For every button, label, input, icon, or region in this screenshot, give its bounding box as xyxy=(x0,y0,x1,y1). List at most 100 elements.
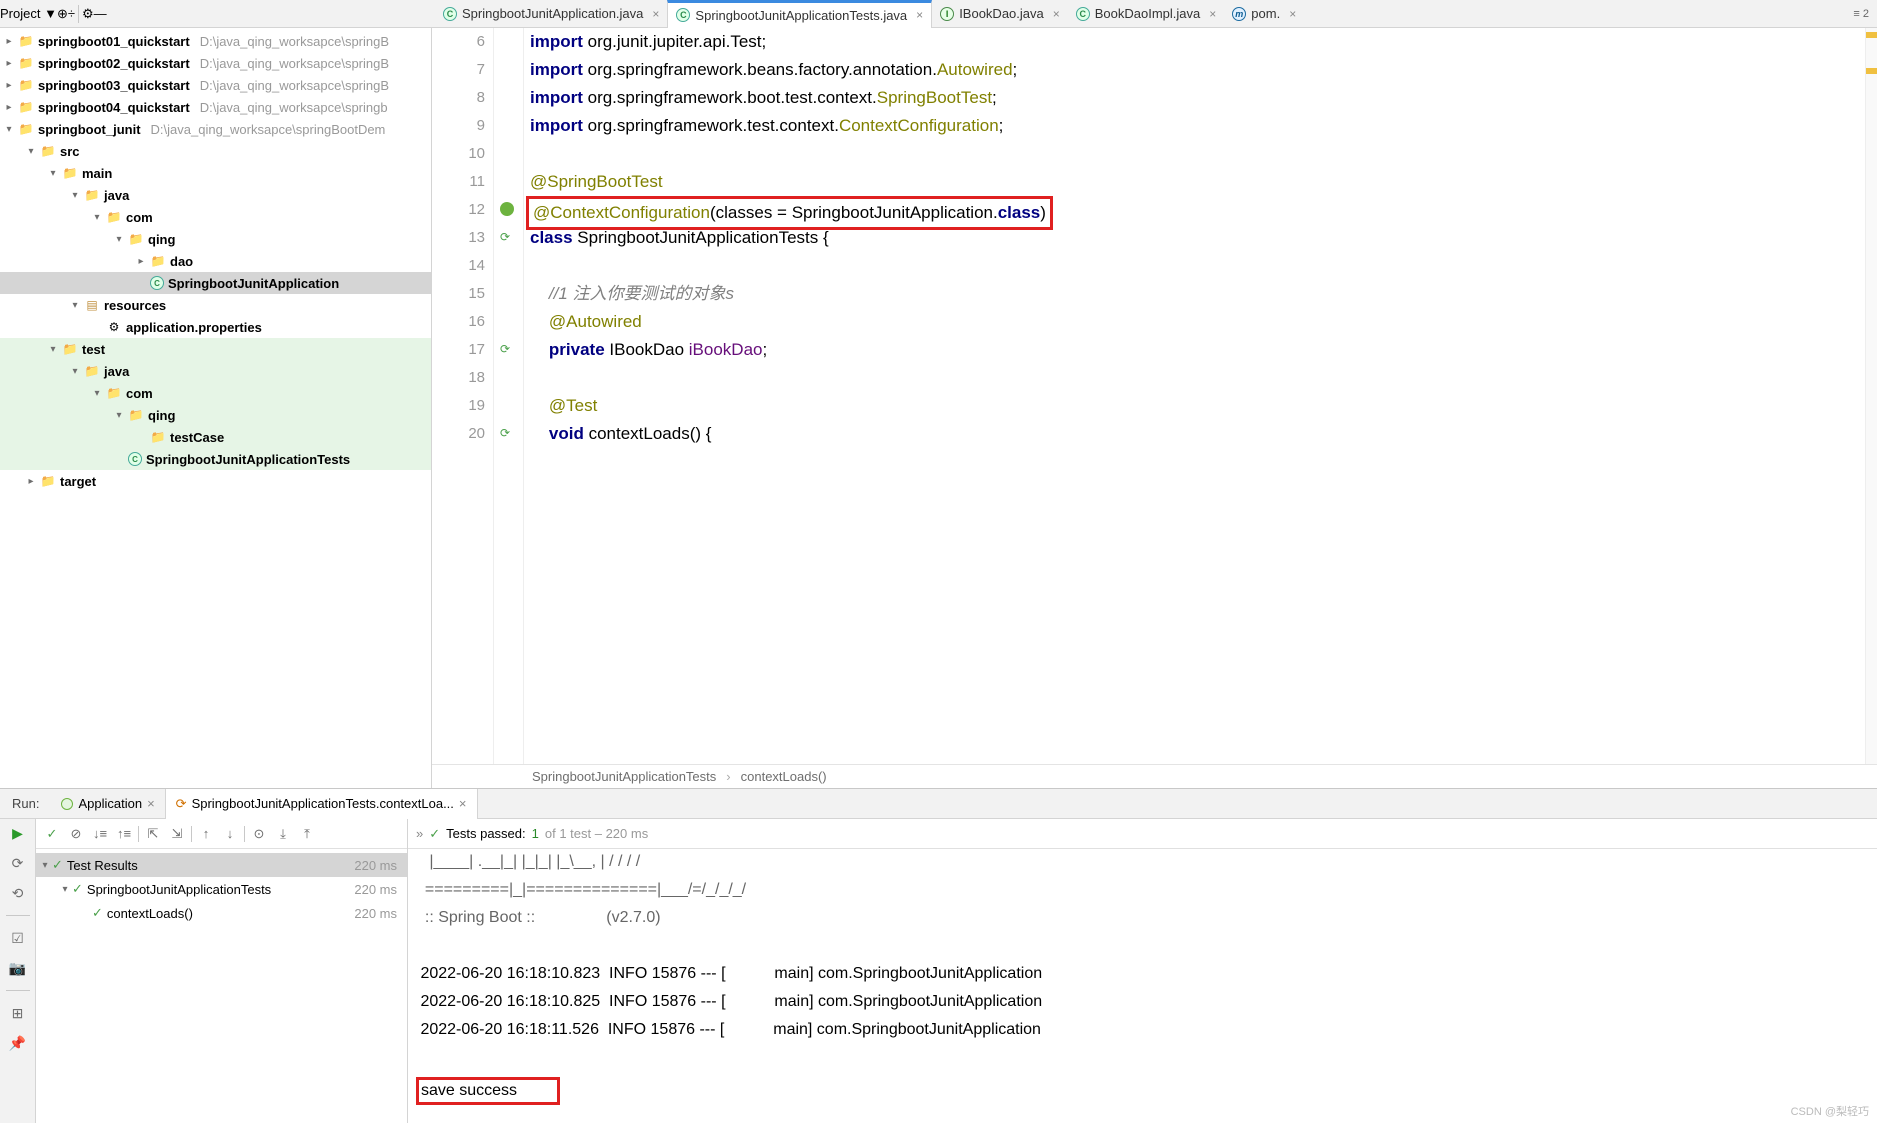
tree-item-label[interactable]: springboot02_quickstart xyxy=(38,56,190,71)
tree-item-label[interactable]: java xyxy=(104,188,129,203)
chevron-icon[interactable]: ▸ xyxy=(26,476,36,487)
tree-item-label[interactable]: springboot_junit xyxy=(38,122,141,137)
tree-item-path: D:\java_qing_worksapce\springBootDem xyxy=(151,122,386,137)
chevron-icon[interactable]: ▾ xyxy=(48,344,58,355)
rerun-icon[interactable]: ▶ xyxy=(10,825,26,841)
tab-overflow-icon[interactable]: ≡ 2 xyxy=(1845,8,1877,20)
down-icon[interactable]: ↓ xyxy=(220,824,240,844)
expand-icon[interactable]: ⇱ xyxy=(143,824,163,844)
tree-item-label[interactable]: dao xyxy=(170,254,193,269)
breadcrumb[interactable]: SpringbootJunitApplicationTests › contex… xyxy=(432,764,1877,788)
folder-icon: 📁 xyxy=(62,342,78,356)
fail-filter-icon[interactable]: ⊘ xyxy=(66,824,86,844)
tab-ibookdao[interactable]: I IBookDao.java × xyxy=(932,0,1068,28)
test-node[interactable]: Test Results xyxy=(67,858,138,873)
tree-item-label[interactable]: SpringbootJunitApplication xyxy=(168,276,339,291)
tab-pom[interactable]: m pom. × xyxy=(1224,0,1304,28)
up-icon[interactable]: ↑ xyxy=(196,824,216,844)
tree-item-label[interactable]: application.properties xyxy=(126,320,262,335)
camera-icon[interactable]: 📷 xyxy=(10,960,26,976)
close-icon[interactable]: × xyxy=(459,796,467,811)
tree-item-label[interactable]: SpringbootJunitApplicationTests xyxy=(146,452,350,467)
chart-icon[interactable]: ☑ xyxy=(10,930,26,946)
tab-bookdaoimpl[interactable]: C BookDaoImpl.java × xyxy=(1068,0,1225,28)
sort-time-icon[interactable]: ↑≡ xyxy=(114,824,134,844)
tree-item-label[interactable]: test xyxy=(82,342,105,357)
tree-item-label[interactable]: qing xyxy=(148,232,175,247)
more-icon[interactable]: » xyxy=(416,826,423,841)
import-icon[interactable]: ⤓ xyxy=(273,824,293,844)
tree-item-label[interactable]: java xyxy=(104,364,129,379)
chevron-icon[interactable]: ▸ xyxy=(4,80,14,91)
tree-item-label[interactable]: main xyxy=(82,166,112,181)
close-icon[interactable]: × xyxy=(147,796,155,811)
tree-item-label[interactable]: springboot03_quickstart xyxy=(38,78,190,93)
error-stripe[interactable] xyxy=(1865,28,1877,764)
chevron-down-icon[interactable]: ▾ xyxy=(58,884,72,895)
run-tab-application[interactable]: Application × xyxy=(51,789,164,819)
expand-icon[interactable]: ÷ xyxy=(68,6,75,21)
history-icon[interactable]: ⊙ xyxy=(249,824,269,844)
chevron-icon[interactable]: ▾ xyxy=(48,168,58,179)
refresh-icon[interactable]: ⟳ xyxy=(10,855,26,871)
chevron-icon[interactable]: ▸ xyxy=(136,256,146,267)
tab-application-tests[interactable]: C SpringbootJunitApplicationTests.java × xyxy=(667,0,932,28)
sort-icon[interactable]: ↓≡ xyxy=(90,824,110,844)
run-side-toolbar: ▶ ⟳ ⟲ ☑ 📷 ⊞ 📌 xyxy=(0,819,36,1123)
close-icon[interactable]: × xyxy=(652,7,659,21)
project-label[interactable]: Project ▼ xyxy=(0,6,57,21)
chevron-icon[interactable]: ▸ xyxy=(4,102,14,113)
locate-icon[interactable]: ⊕ xyxy=(57,6,68,22)
chevron-icon[interactable]: ▾ xyxy=(92,388,102,399)
tree-item-label[interactable]: com xyxy=(126,386,153,401)
test-node[interactable]: SpringbootJunitApplicationTests xyxy=(87,882,271,897)
chevron-icon[interactable]: ▾ xyxy=(114,234,124,245)
chevron-icon[interactable]: ▾ xyxy=(4,124,14,135)
tree-item-label[interactable]: resources xyxy=(104,298,166,313)
close-icon[interactable]: × xyxy=(1289,7,1296,21)
stop-icon[interactable]: ⟲ xyxy=(10,885,26,901)
tree-item-label[interactable]: target xyxy=(60,474,96,489)
project-title: Project xyxy=(0,6,40,21)
tree-item-label[interactable]: com xyxy=(126,210,153,225)
test-results-tree[interactable]: ▾ ✓ Test Results 220 ms ▾ ✓ SpringbootJu… xyxy=(36,849,407,1123)
pass-icon[interactable]: ✓ xyxy=(42,824,62,844)
gear-icon[interactable]: ⚙ xyxy=(82,6,94,22)
layout-icon[interactable]: ⊞ xyxy=(10,1005,26,1021)
chevron-icon[interactable]: ▸ xyxy=(4,58,14,69)
run-tab-tests[interactable]: ⟳ SpringbootJunitApplicationTests.contex… xyxy=(165,789,478,819)
code-area[interactable]: import org.junit.jupiter.api.Test;import… xyxy=(524,28,1865,764)
hide-icon[interactable]: — xyxy=(94,6,107,21)
chevron-icon[interactable]: ▾ xyxy=(114,410,124,421)
tree-item-label[interactable]: testCase xyxy=(170,430,224,445)
chevron-icon[interactable]: ▾ xyxy=(70,366,80,377)
close-icon[interactable]: × xyxy=(1209,7,1216,21)
chevron-down-icon[interactable]: ▾ xyxy=(38,860,52,871)
chevron-icon[interactable]: ▾ xyxy=(92,212,102,223)
test-run-icon: ⟳ xyxy=(176,796,187,812)
chevron-icon[interactable]: ▾ xyxy=(70,300,80,311)
close-icon[interactable]: × xyxy=(1053,7,1060,21)
test-node[interactable]: contextLoads() xyxy=(107,906,193,921)
tree-item-label[interactable]: springboot04_quickstart xyxy=(38,100,190,115)
folder-icon: 📁 xyxy=(40,144,56,158)
folder-icon: 📁 xyxy=(84,364,100,378)
tab-application[interactable]: C SpringbootJunitApplication.java × xyxy=(435,0,667,28)
tree-item-label[interactable]: qing xyxy=(148,408,175,423)
chevron-icon[interactable]: ▸ xyxy=(4,36,14,47)
breadcrumb-item[interactable]: contextLoads() xyxy=(741,769,827,784)
pin-icon[interactable]: 📌 xyxy=(10,1035,26,1051)
chevron-icon[interactable]: ▾ xyxy=(26,146,36,157)
export-icon[interactable]: ⤒ xyxy=(297,824,317,844)
close-icon[interactable]: × xyxy=(916,8,923,22)
breadcrumb-item[interactable]: SpringbootJunitApplicationTests xyxy=(532,769,716,784)
collapse-icon[interactable]: ⇲ xyxy=(167,824,187,844)
chevron-icon[interactable]: ▾ xyxy=(70,190,80,201)
console-output[interactable]: |____| .__|_| |_|_| |_\__, | / / / / ===… xyxy=(408,849,1877,1123)
chevron-icon: › xyxy=(726,769,730,784)
tree-item-label[interactable]: springboot01_quickstart xyxy=(38,34,190,49)
class-icon: C xyxy=(128,452,142,466)
folder-icon: 📁 xyxy=(128,408,144,422)
project-tree[interactable]: ▸ 📁 springboot01_quickstart D:\java_qing_wo… xyxy=(0,28,431,788)
tree-item-label[interactable]: src xyxy=(60,144,80,159)
